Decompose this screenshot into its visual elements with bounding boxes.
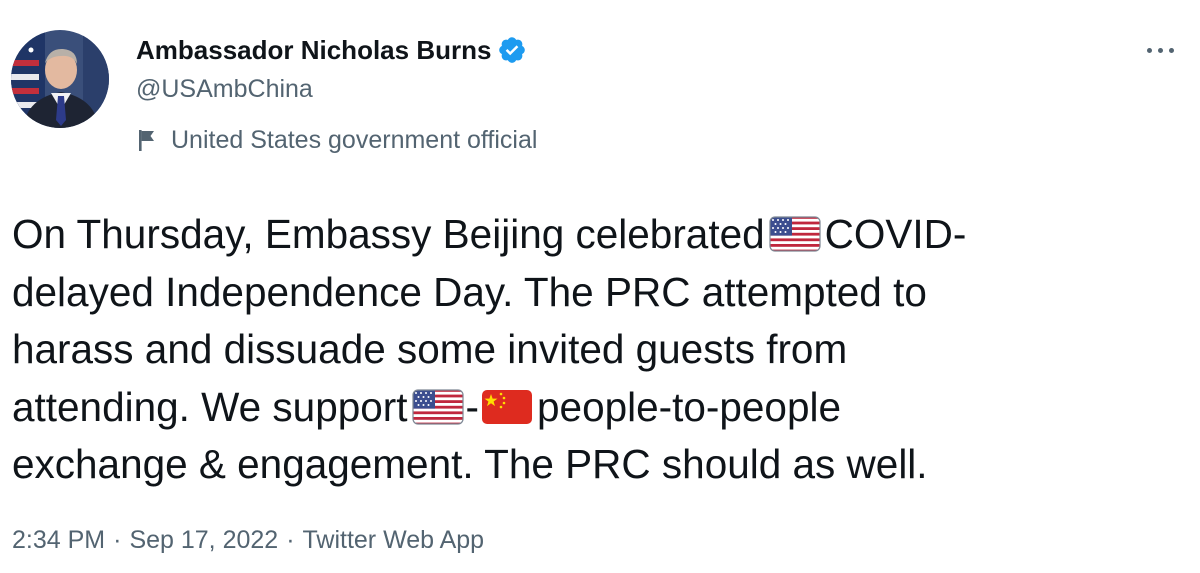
- tweet-line: harass and dissuade some invited guests …: [12, 326, 848, 372]
- avatar[interactable]: [11, 30, 109, 128]
- tweet-text-segment: people-to-people: [537, 383, 842, 430]
- tweet-line: exchange & engagement. The PRC should as…: [12, 441, 928, 487]
- tweet-time[interactable]: 2:34 PM: [12, 526, 105, 555]
- china-flag-emoji: [481, 389, 533, 425]
- author-handle[interactable]: @USAmbChina: [136, 75, 313, 104]
- meta-separator: ·: [286, 526, 295, 554]
- tweet-line: attending. We support - people-to-people: [12, 379, 1182, 437]
- tweet-text-segment: On Thursday, Embassy Beijing celebrated: [12, 211, 765, 257]
- us-flag-emoji: [769, 216, 821, 252]
- tweet-meta: 2:34 PM · Sep 17, 2022 · Twitter Web App: [12, 526, 484, 555]
- verified-badge-icon: [497, 35, 527, 65]
- flag-icon: [137, 128, 159, 152]
- tweet-date[interactable]: Sep 17, 2022: [129, 526, 278, 555]
- government-label-text: United States government official: [171, 125, 538, 154]
- tweet-line: On Thursday, Embassy Beijing celebrated: [12, 206, 1182, 264]
- government-label[interactable]: United States government official: [137, 124, 537, 156]
- author-name-row: Ambassador Nicholas Burns: [136, 32, 527, 68]
- tweet-card[interactable]: Ambassador Nicholas Burns @USAmbChina Un…: [0, 0, 1200, 573]
- tweet-line: delayed Independence Day. The PRC attemp…: [12, 268, 927, 315]
- more-options-icon[interactable]: [1138, 38, 1182, 62]
- tweet-text-segment: attending. We support: [12, 383, 408, 430]
- tweet-text: On Thursday, Embassy Beijing celebrated: [12, 206, 1182, 494]
- tweet-text-segment: -: [465, 383, 480, 430]
- avatar-image: [11, 30, 109, 128]
- tweet-text-segment: COVID-: [824, 211, 967, 257]
- author-display-name[interactable]: Ambassador Nicholas Burns: [136, 35, 491, 66]
- meta-separator: ·: [113, 526, 122, 554]
- tweet-source[interactable]: Twitter Web App: [303, 526, 485, 555]
- us-flag-emoji: [411, 388, 464, 425]
